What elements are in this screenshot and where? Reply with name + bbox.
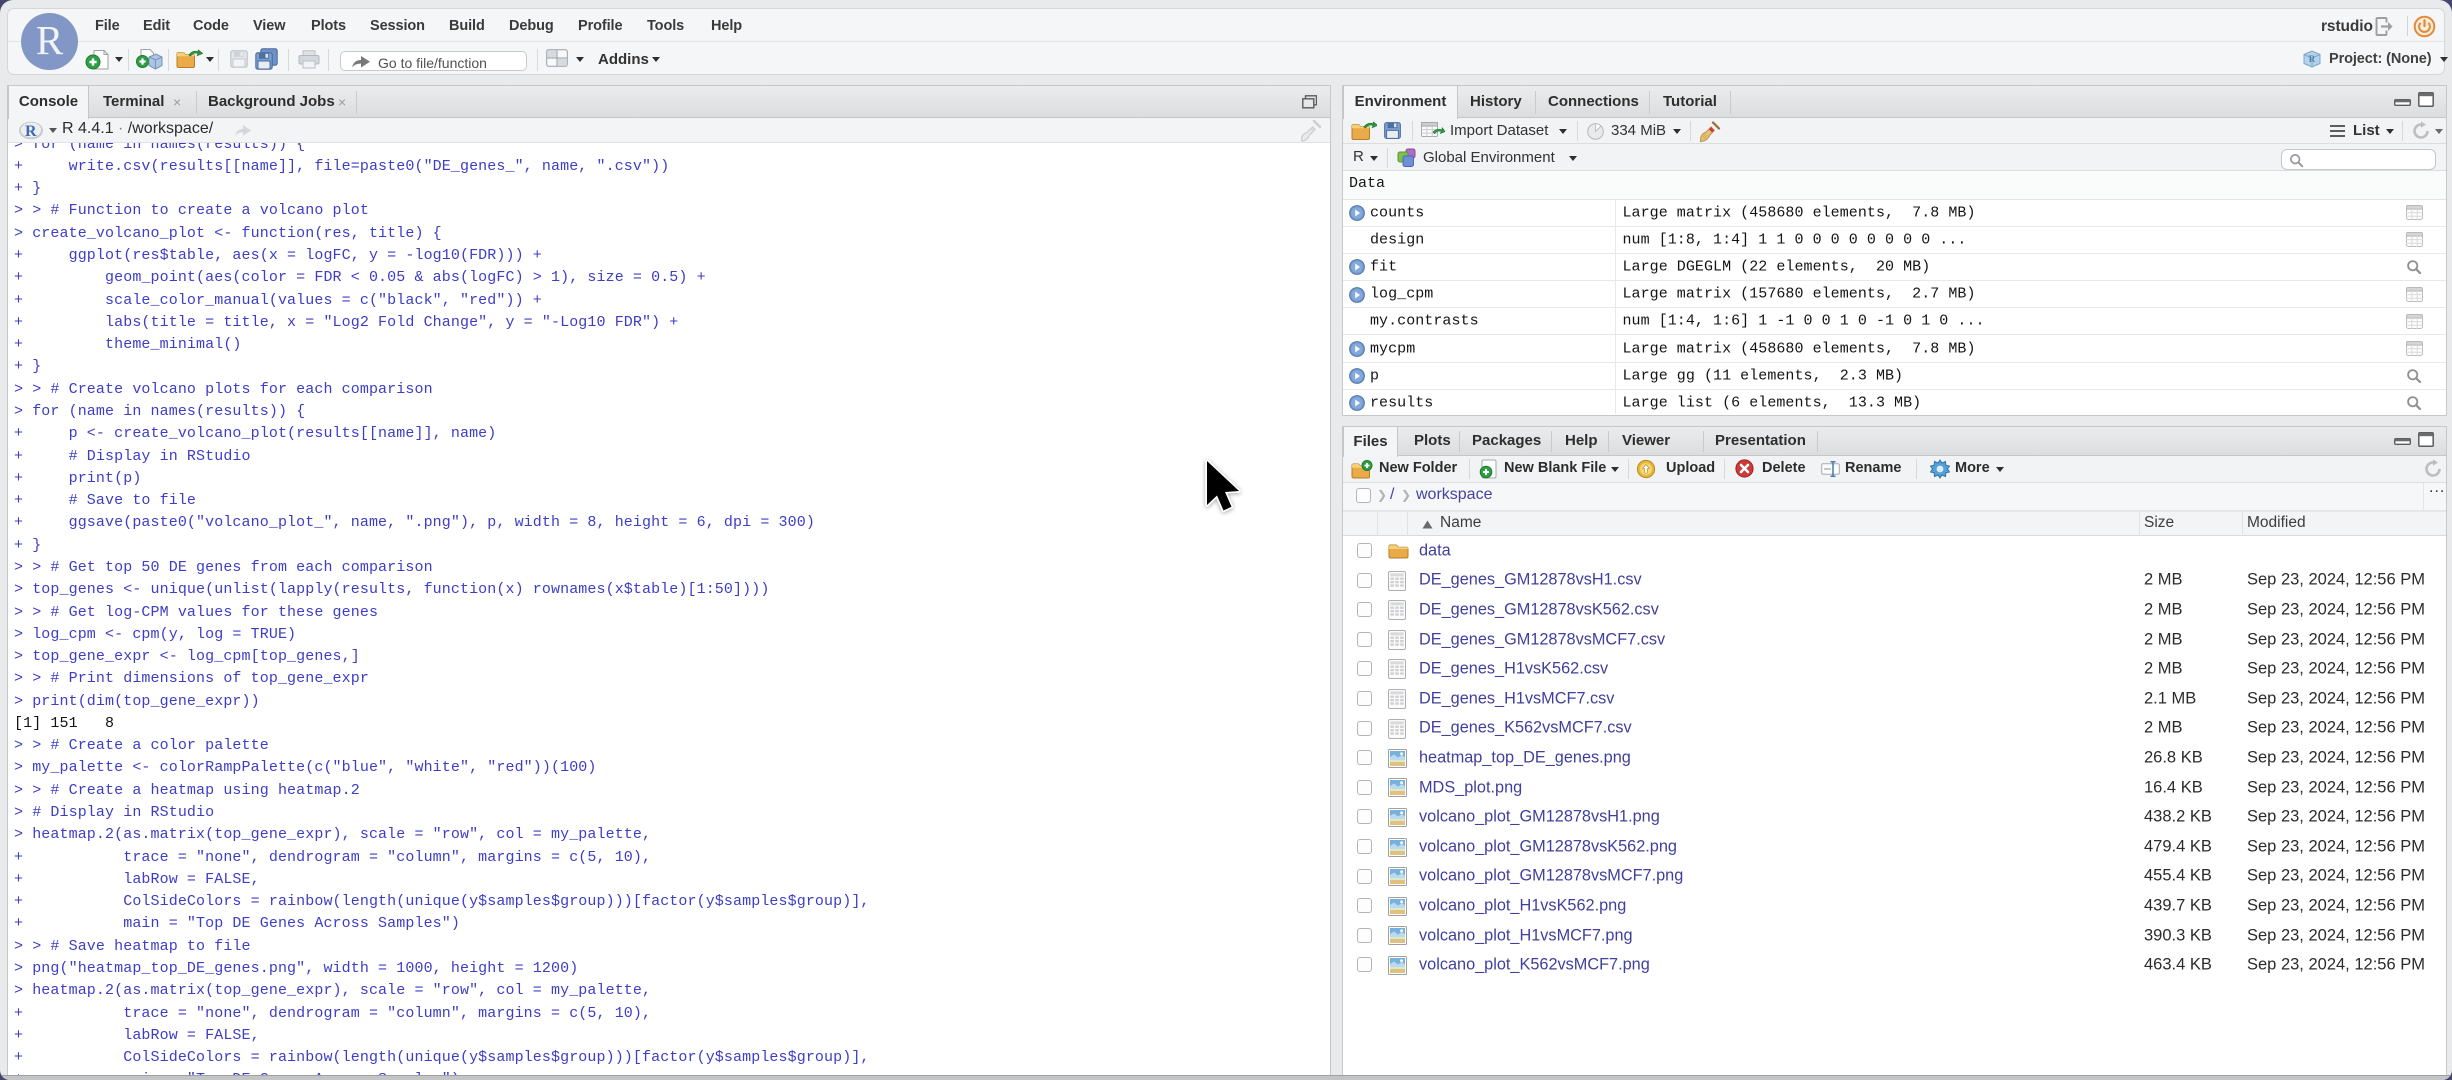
svg-text:R: R (2309, 54, 2316, 64)
svg-text:R: R (25, 123, 37, 140)
